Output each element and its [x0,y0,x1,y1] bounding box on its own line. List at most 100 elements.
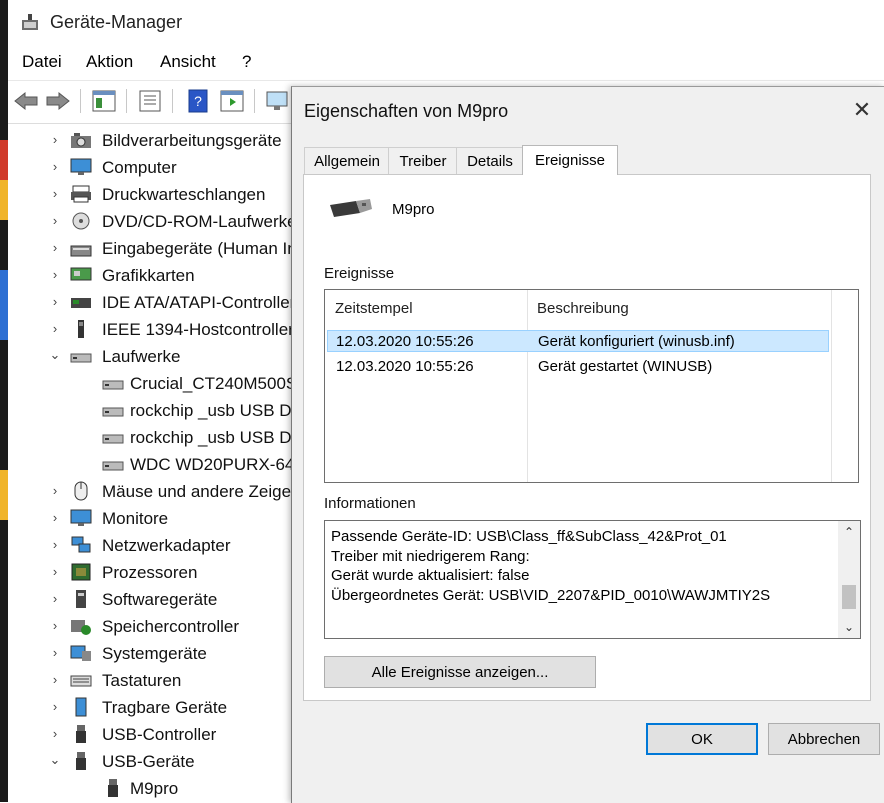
tree-item[interactable]: › Druckwarteschlangen [8,181,298,208]
scrollbar-thumb[interactable] [842,585,856,609]
menu-help[interactable]: ? [242,52,251,72]
chevron-down-icon[interactable]: ⌄ [48,752,62,767]
title-bar: Geräte-Manager [8,0,884,44]
show-all-events-button[interactable]: Alle Ereignisse anzeigen... [324,656,596,688]
forward-button[interactable] [44,87,72,115]
chevron-right-icon[interactable]: › [48,132,62,147]
monitor-scan-icon [266,91,288,110]
tree-item[interactable]: › Netzwerkadapter [8,532,298,559]
column-divider [831,290,832,482]
scan-hardware-button[interactable] [264,87,292,115]
tree-item[interactable]: WDC WD20PURX-64P6ZY0 [8,451,346,478]
chevron-right-icon[interactable]: › [48,618,62,633]
tree-item[interactable]: › DVD/CD-ROM-Laufwerke [8,208,298,235]
chevron-right-icon[interactable]: › [48,186,62,201]
chevron-right-icon[interactable]: › [48,510,62,525]
tab-allgemein[interactable]: Allgemein [304,147,390,174]
tree-item[interactable]: › Prozessoren [8,559,298,586]
toolbar-separator [172,89,173,113]
info-textbox[interactable]: Passende Geräte-ID: USB\Class_ff&SubClas… [324,520,861,639]
chevron-right-icon[interactable]: › [48,213,62,228]
tab-details[interactable]: Details [456,147,524,174]
event-description: Gerät gestartet (WINUSB) [538,358,713,375]
column-header-zeitstempel[interactable]: Zeitstempel [335,300,413,317]
event-description: Gerät konfiguriert (winusb.inf) [538,333,735,350]
system-device-icon [70,645,91,661]
drive-icon [102,380,124,390]
storage-controller-icon [71,620,91,635]
tree-item[interactable]: › Speichercontroller [8,613,298,640]
chevron-right-icon[interactable]: › [48,564,62,579]
chevron-right-icon[interactable]: › [48,591,62,606]
menu-ansicht[interactable]: Ansicht [160,52,216,72]
chevron-right-icon[interactable]: › [48,537,62,552]
tree-item[interactable]: rockchip _usb USB Device [8,397,331,424]
info-scrollbar[interactable]: ⌃ ⌄ [838,521,860,638]
svg-text:?: ? [194,93,202,109]
show-hide-console-tree-button[interactable] [90,87,118,115]
processor-icon [71,563,91,581]
tree-item[interactable]: ⌄ Laufwerke [8,343,298,370]
tree-item[interactable]: › USB-Controller [8,721,298,748]
chevron-right-icon[interactable]: › [48,699,62,714]
ide-controller-icon [71,298,91,308]
tree-item[interactable]: › Computer [8,154,298,181]
tree-item[interactable]: ⌄ USB-Geräte [8,748,298,775]
tree-item[interactable]: › Softwaregeräte [8,586,298,613]
tree-item[interactable]: › Monitore [8,505,298,532]
tab-treiber[interactable]: Treiber [388,147,458,174]
update-driver-button[interactable] [218,87,246,115]
keyboard-icon [70,675,92,687]
device-name: M9pro [392,201,435,218]
cancel-button[interactable]: Abbrechen [768,723,880,755]
event-row[interactable]: 12.03.2020 10:55:26 Gerät konfiguriert (… [327,330,829,352]
tree-item[interactable]: › Bildverarbeitungsgeräte [8,127,298,154]
drive-icon [102,407,124,417]
close-icon[interactable]: ✕ [851,99,873,121]
menu-aktion[interactable]: Aktion [86,52,133,72]
help-button[interactable]: ? [184,87,212,115]
chevron-right-icon[interactable]: › [48,726,62,741]
tree-item[interactable]: M9pro [8,775,298,802]
chevron-right-icon[interactable]: › [48,645,62,660]
tree-item[interactable]: › Tragbare Geräte [8,694,298,721]
menu-datei[interactable]: Datei [22,52,62,72]
dialog-title: Eigenschaften von M9pro [304,101,509,121]
tree-item[interactable]: › IDE ATA/ATAPI-Controller [8,289,298,316]
ok-button[interactable]: OK [646,723,758,755]
event-row[interactable]: 12.03.2020 10:55:26 Gerät gestartet (WIN… [327,356,829,378]
console-tree-icon [92,90,116,112]
background-desktop-strip [0,0,8,802]
chevron-right-icon[interactable]: › [48,267,62,282]
toolbar-separator [254,89,255,113]
tree-item[interactable]: › Eingabegeräte (Human Interface Devices) [8,235,420,262]
column-header-beschreibung[interactable]: Beschreibung [537,300,629,317]
tree-item[interactable]: rockchip _usb USB Device [8,424,331,451]
properties-button[interactable] [136,87,164,115]
camera-icon [71,133,91,148]
scroll-down-icon[interactable]: ⌄ [838,620,860,634]
chevron-right-icon[interactable]: › [48,672,62,687]
tree-item-label: USB-Geräte [102,752,195,771]
tree-item[interactable]: › Systemgeräte [8,640,298,667]
scroll-up-icon[interactable]: ⌃ [838,525,860,539]
tree-item-label: Systemgeräte [102,644,207,663]
tree-item[interactable]: › Mäuse und andere Zeigegeräte [8,478,339,505]
usb-icon [76,752,86,770]
tree-item[interactable]: Crucial_CT240M500SSD1 [8,370,330,397]
chevron-down-icon[interactable]: ⌄ [48,347,62,362]
tree-item[interactable]: › IEEE 1394-Hostcontroller [8,316,298,343]
device-tree: › Bildverarbeitungsgeräte › Computer › Druckw… [8,123,420,803]
chevron-right-icon[interactable]: › [48,321,62,336]
chevron-right-icon[interactable]: › [48,483,62,498]
chevron-right-icon[interactable]: › [48,294,62,309]
mouse-icon [74,481,88,501]
tree-item[interactable]: › Tastaturen [8,667,298,694]
events-list[interactable]: Zeitstempel Beschreibung 12.03.2020 10:5… [324,289,859,483]
tree-item[interactable]: › Grafikkarten [8,262,298,289]
chevron-right-icon[interactable]: › [48,240,62,255]
chevron-right-icon[interactable]: › [48,159,62,174]
back-button[interactable] [12,87,40,115]
tree-item-label: DVD/CD-ROM-Laufwerke [102,212,297,231]
tab-ereignisse[interactable]: Ereignisse [522,145,618,175]
